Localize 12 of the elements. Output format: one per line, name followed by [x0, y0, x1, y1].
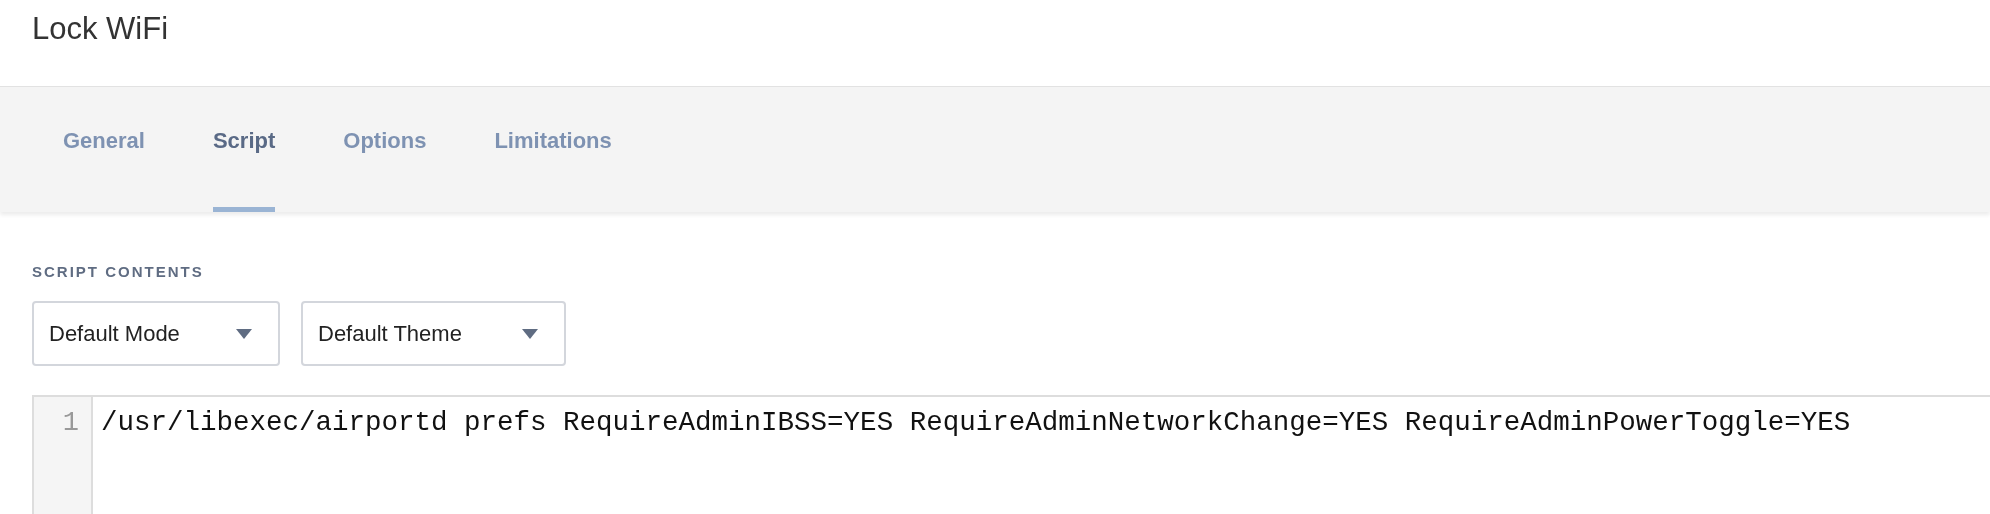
- page-title: Lock WiFi: [32, 9, 169, 48]
- caret-icon: [522, 328, 538, 339]
- tab[interactable]: Script: [212, 120, 276, 212]
- dropdown[interactable]: Default Theme: [301, 301, 566, 366]
- tab[interactable]: General: [63, 120, 145, 212]
- caret-icon: [236, 328, 252, 339]
- code-line: /usr/libexec/airportd prefs RequireAdminIBSS=YES RequireAdminNetworkChange=YES RequireAdminPowerToggle=YES: [101, 406, 1851, 440]
- line-number: 1: [62, 407, 79, 440]
- tab[interactable]: Options: [343, 120, 427, 212]
- dropdown[interactable]: Default Mode: [32, 301, 280, 366]
- section-label: SCRIPT CONTENTS: [32, 264, 205, 279]
- tab[interactable]: Limitations: [494, 120, 612, 212]
